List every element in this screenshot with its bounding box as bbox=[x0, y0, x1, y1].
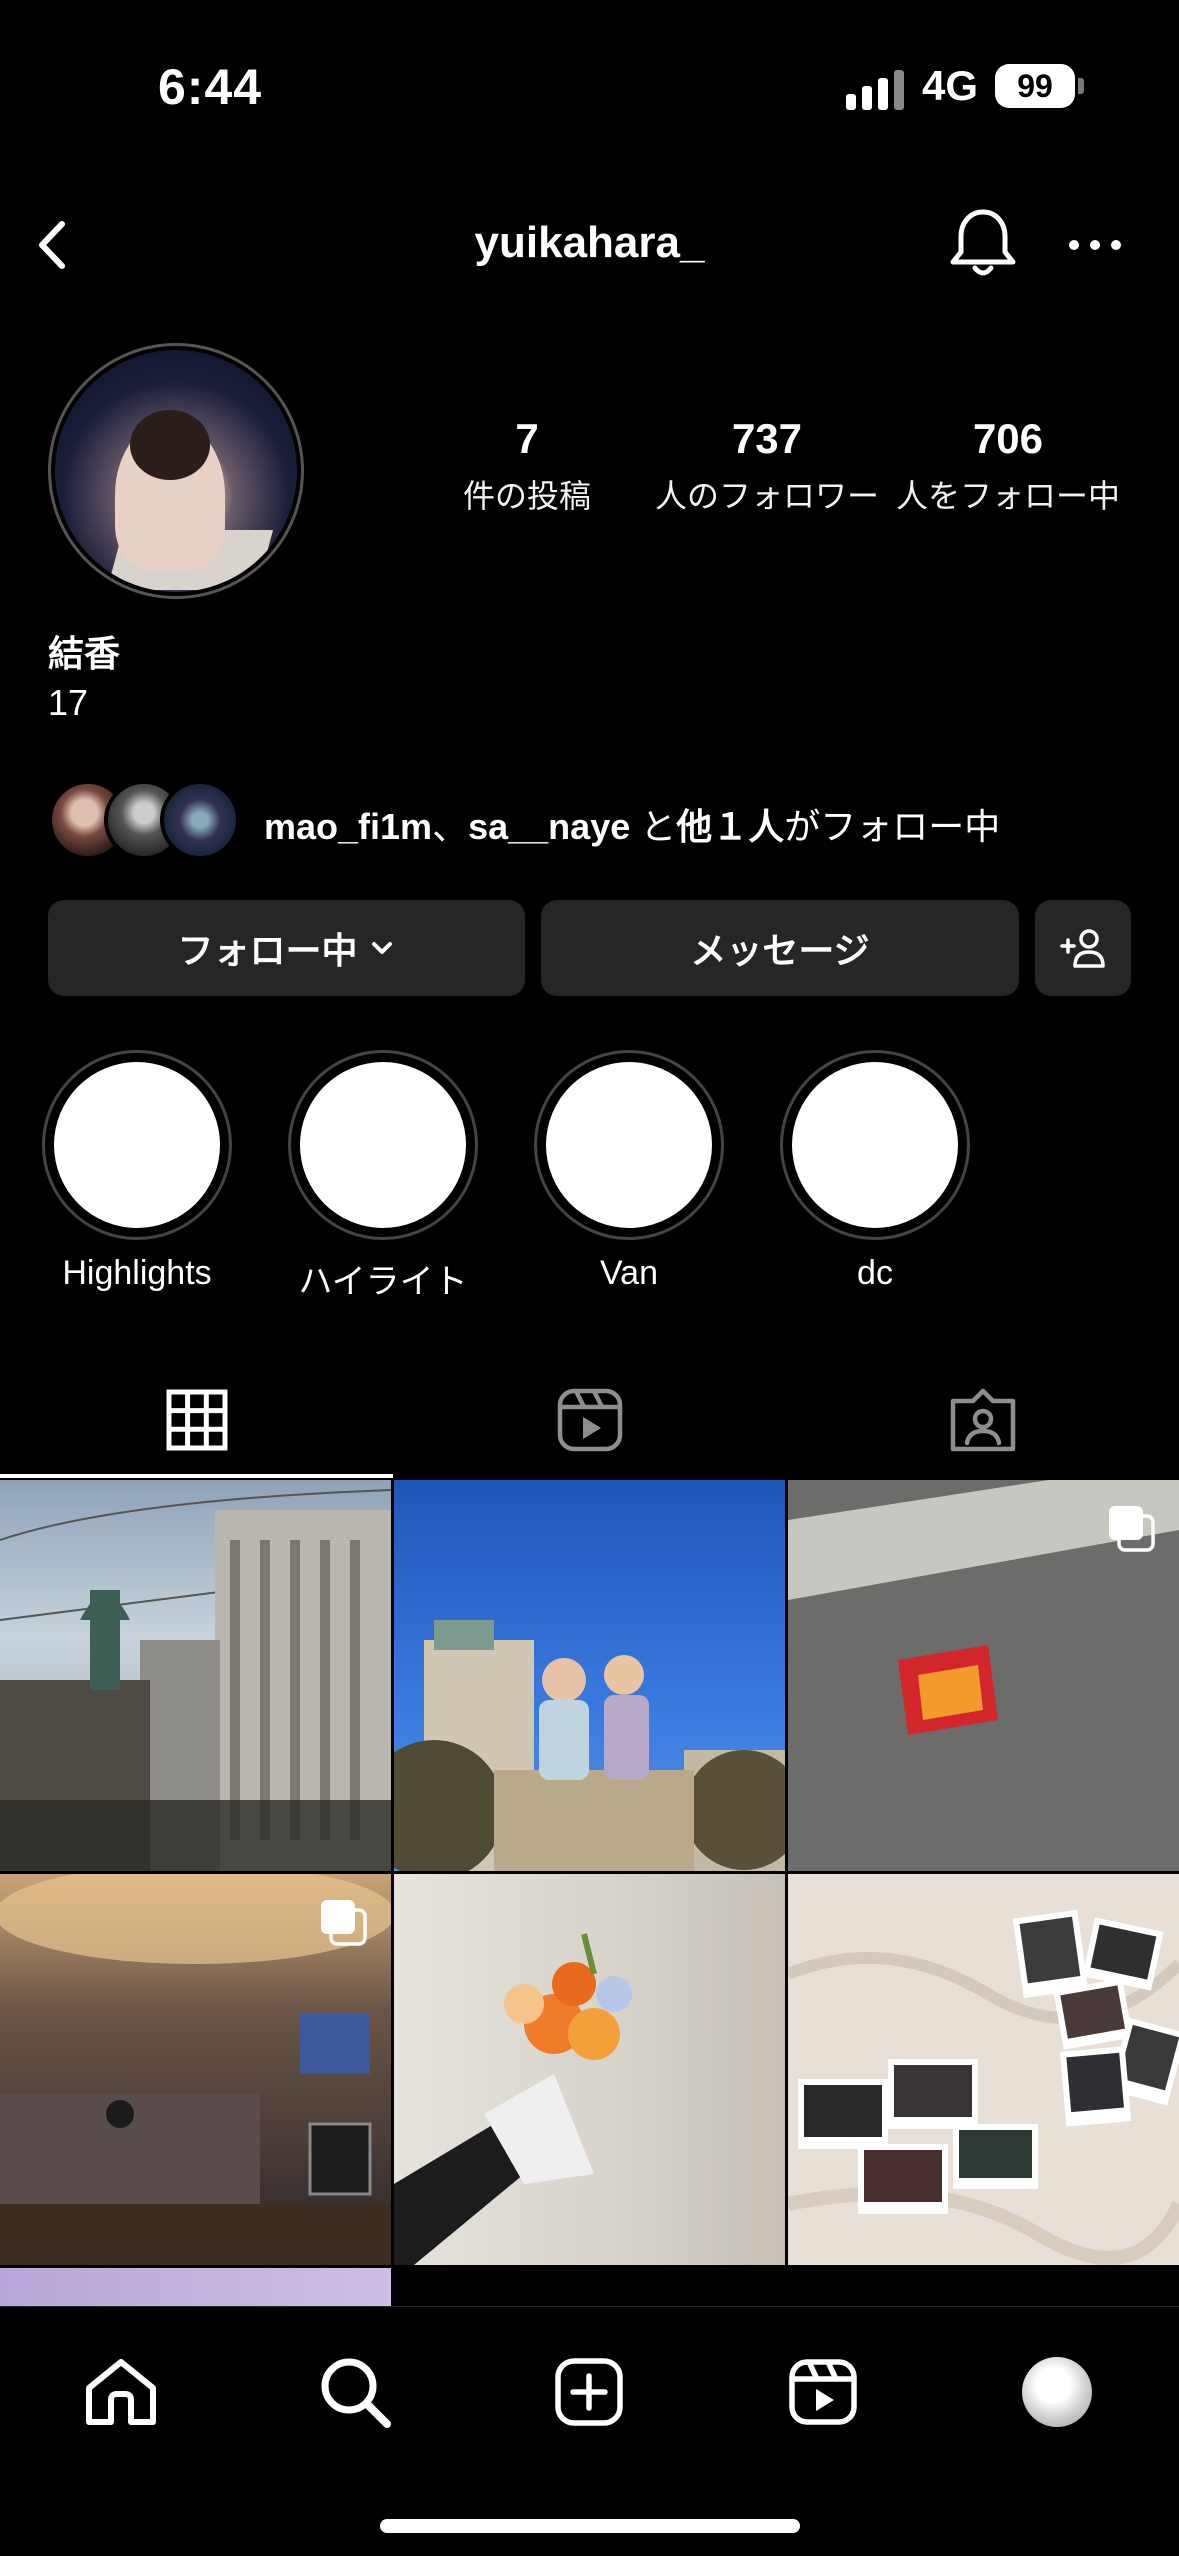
tab-tagged[interactable] bbox=[786, 1360, 1179, 1480]
battery-tip bbox=[1078, 78, 1084, 94]
profile-avatar-icon bbox=[1022, 2357, 1092, 2427]
profile-avatar[interactable] bbox=[48, 343, 304, 599]
nav-reels[interactable] bbox=[778, 2347, 868, 2437]
chevron-down-icon bbox=[371, 942, 392, 954]
tab-reels[interactable] bbox=[393, 1360, 786, 1480]
post-image bbox=[788, 1909, 1179, 2265]
multiple-photos-icon bbox=[1109, 1506, 1155, 1552]
avatar bbox=[160, 780, 240, 860]
search-icon bbox=[321, 2358, 391, 2428]
post-image bbox=[394, 1933, 632, 2265]
posts-count-value: 7 bbox=[515, 415, 539, 462]
post-thumbnail[interactable] bbox=[788, 1480, 1179, 1871]
profile-tabs bbox=[0, 1360, 1179, 1480]
highlight-item[interactable]: ハイライト bbox=[288, 1050, 478, 1303]
profile-photo bbox=[55, 350, 297, 592]
grid-icon bbox=[166, 1389, 227, 1451]
status-time: 6:44 bbox=[158, 59, 263, 115]
suggested-users-button[interactable] bbox=[1035, 900, 1131, 996]
reels-icon bbox=[789, 2359, 857, 2425]
cellular-signal-icon bbox=[846, 70, 904, 110]
followers-count-label: 人のフォロワー bbox=[654, 478, 879, 514]
battery-indicator: 99 bbox=[995, 64, 1075, 108]
post-thumbnail[interactable] bbox=[0, 1480, 391, 1871]
nav-create[interactable] bbox=[544, 2347, 634, 2437]
highlight-label: ハイライト bbox=[298, 1263, 468, 1301]
highlight-cover bbox=[42, 1050, 232, 1240]
reels-icon bbox=[557, 1388, 622, 1452]
create-icon bbox=[555, 2358, 623, 2426]
bottom-nav bbox=[0, 2306, 1179, 2556]
following-count-value: 706 bbox=[972, 415, 1044, 462]
posts-count[interactable]: 7 件の投稿 bbox=[407, 415, 647, 517]
message-button[interactable]: メッセージ bbox=[541, 900, 1019, 996]
post-thumbnail[interactable] bbox=[394, 1480, 785, 1871]
highlight-item[interactable]: Highlights bbox=[42, 1050, 232, 1293]
post-thumbnail[interactable] bbox=[788, 1874, 1179, 2265]
display-name: 結香 bbox=[48, 633, 121, 674]
highlight-item[interactable]: Van bbox=[534, 1050, 724, 1293]
multiple-photos-icon bbox=[321, 1900, 367, 1946]
highlight-item[interactable]: dc bbox=[780, 1050, 970, 1293]
post-image bbox=[0, 1489, 391, 1871]
nav-search[interactable] bbox=[310, 2347, 400, 2437]
posts-count-label: 件の投稿 bbox=[462, 478, 591, 514]
highlight-cover bbox=[288, 1050, 478, 1240]
highlight-label: Van bbox=[600, 1254, 658, 1292]
followers-count-value: 737 bbox=[731, 415, 803, 462]
profile-header: yuikahara_ bbox=[0, 190, 1179, 300]
nav-home[interactable] bbox=[76, 2347, 166, 2437]
tagged-icon bbox=[950, 1388, 1015, 1452]
more-options-icon[interactable] bbox=[1060, 210, 1130, 280]
post-image bbox=[394, 1620, 785, 1871]
following-count-label: 人をフォロー中 bbox=[895, 478, 1120, 514]
bell-icon[interactable] bbox=[945, 204, 1021, 284]
highlight-cover bbox=[534, 1050, 724, 1240]
mutual-avatars bbox=[48, 780, 248, 860]
highlight-label: dc bbox=[857, 1254, 893, 1292]
highlight-label: Highlights bbox=[62, 1254, 212, 1292]
followers-count[interactable]: 737 人のフォロワー bbox=[647, 415, 887, 517]
post-thumbnail[interactable] bbox=[0, 1874, 391, 2265]
following-button-label: フォロー中 bbox=[177, 930, 358, 971]
following-button[interactable]: フォロー中 bbox=[48, 900, 525, 996]
active-tab-indicator bbox=[0, 1474, 393, 1478]
followed-by[interactable]: mao_fi1m、sa__naye と他１人がフォロー中 bbox=[48, 780, 1148, 860]
home-indicator bbox=[380, 2519, 800, 2533]
following-count[interactable]: 706 人をフォロー中 bbox=[888, 415, 1128, 517]
network-type: 4G bbox=[922, 62, 979, 109]
highlight-cover bbox=[780, 1050, 970, 1240]
bio: 17 bbox=[48, 682, 89, 723]
tab-posts-grid[interactable] bbox=[0, 1360, 393, 1480]
message-button-label: メッセージ bbox=[690, 930, 870, 971]
post-thumbnail[interactable] bbox=[394, 1874, 785, 2265]
followed-by-text: mao_fi1m、sa__naye と他１人がフォロー中 bbox=[264, 806, 1001, 847]
home-icon bbox=[86, 2359, 156, 2425]
post-thumbnail[interactable] bbox=[0, 2268, 391, 2306]
add-user-icon bbox=[1060, 929, 1105, 968]
nav-profile[interactable] bbox=[1012, 2347, 1102, 2437]
status-bar: 6:44 4G 99 bbox=[0, 0, 1179, 170]
